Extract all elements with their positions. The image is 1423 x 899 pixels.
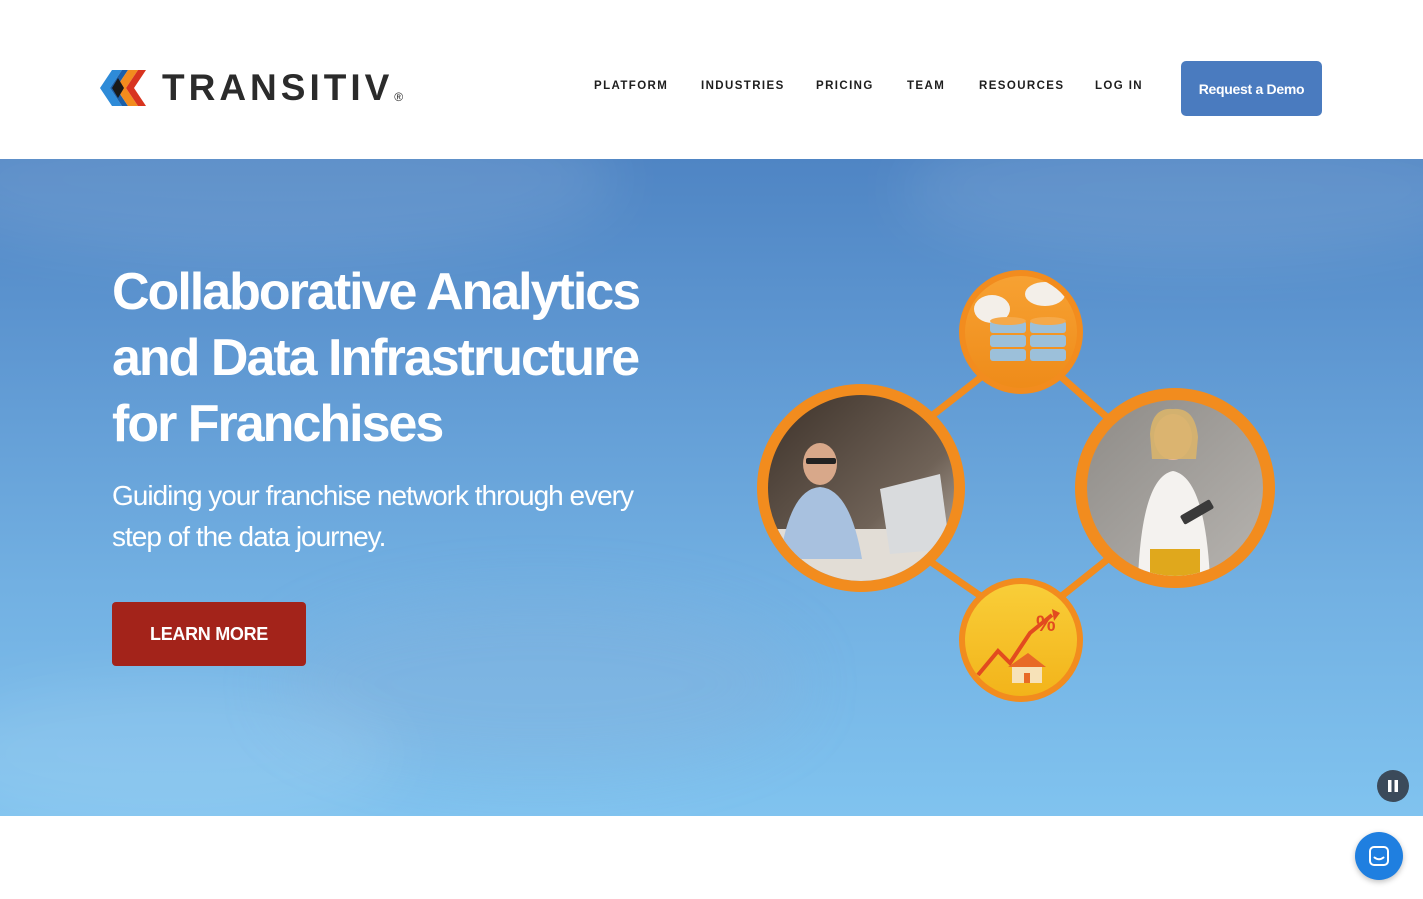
woman-with-tablet-photo [1075,388,1275,588]
nav-resources[interactable]: RESOURCES [979,80,1064,92]
nav-log-in[interactable]: LOG IN [1095,80,1143,92]
hero-subheadline: Guiding your franchise network through e… [112,480,634,552]
site-header: TRANSITIV ® PLATFORM INDUSTRIES PRICING … [0,0,1423,159]
hero-illustration: % [757,270,1275,702]
learn-more-button[interactable]: LEARN MORE [112,602,306,666]
svg-text:%: % [1036,611,1056,636]
nav-team[interactable]: TEAM [907,80,945,92]
registered-mark: ® [394,90,404,104]
transitiv-logo-icon [100,70,146,106]
background-cloud [900,159,1423,259]
pause-icon [1388,780,1398,792]
nav-pricing[interactable]: PRICING [816,80,874,92]
hero-headline: Collaborative Analytics and Data Infrast… [112,263,641,453]
request-demo-button[interactable]: Request a Demo [1181,61,1322,116]
nav-industries[interactable]: INDUSTRIES [701,80,785,92]
data-servers-circle [959,270,1083,394]
pause-button[interactable] [1377,770,1409,802]
chat-icon [1369,846,1389,866]
nav-platform[interactable]: PLATFORM [594,80,668,92]
brand-logo[interactable]: TRANSITIV ® [100,64,403,112]
hero-section: Collaborative Analytics and Data Infrast… [0,159,1423,816]
chat-launcher-button[interactable] [1355,832,1403,880]
logo-wordmark: TRANSITIV [162,67,394,108]
background-cloud [0,159,620,259]
